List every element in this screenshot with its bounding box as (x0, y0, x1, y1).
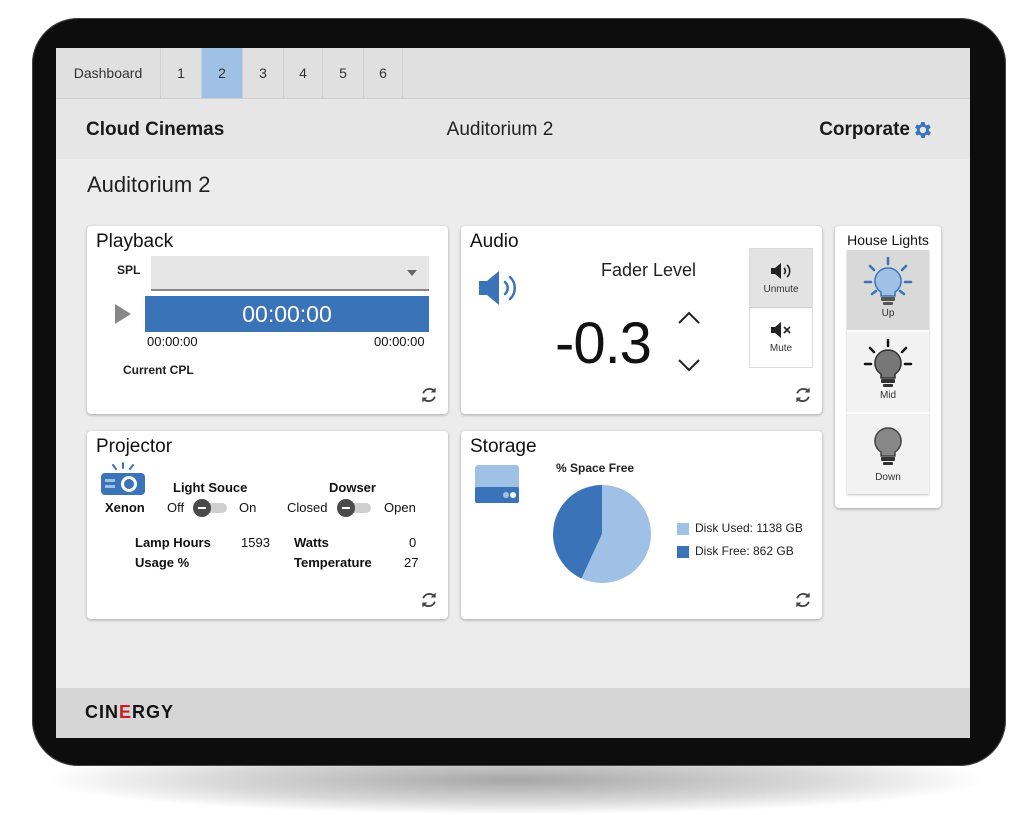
account-name[interactable]: Corporate (819, 119, 910, 141)
mute-controls: Unmute Mute (749, 248, 813, 368)
gear-icon[interactable] (911, 119, 933, 141)
toggle-knob (337, 499, 355, 517)
lightbulb-off-icon (874, 427, 902, 465)
projector-icon (101, 462, 145, 495)
toggle-knob (193, 499, 211, 517)
logo-part-2: E (119, 702, 133, 722)
fader-label: Fader Level (601, 260, 697, 280)
play-button[interactable] (115, 304, 131, 324)
spl-select[interactable] (151, 256, 429, 291)
lights-up-button[interactable]: Up (847, 250, 929, 330)
house-lights-card: House Lights Up Mid Down (835, 226, 941, 508)
house-lights-title: House Lights (847, 232, 929, 248)
legend-used: Disk Used: 1138 GB (695, 521, 803, 535)
volume-icon (771, 262, 791, 279)
page-title: Auditorium 2 (87, 172, 211, 197)
tab-6[interactable]: 6 (364, 48, 403, 98)
legend-swatch-used (677, 523, 689, 535)
storage-title: Storage (470, 436, 537, 457)
dowser-closed-label: Closed (287, 500, 328, 515)
timecode-value: 00:00:00 (242, 300, 332, 327)
audio-card: Audio Fader Level -0.3 Unmute Mute (461, 226, 822, 414)
light-on-label: On (239, 500, 257, 515)
refresh-icon[interactable] (419, 385, 439, 405)
fader-value: -0.3 (555, 311, 652, 376)
lights-mid-button[interactable]: Mid (847, 332, 929, 412)
lights-down-label: Down (875, 472, 901, 483)
temperature-value: 27 (404, 555, 419, 570)
refresh-icon[interactable] (793, 385, 813, 405)
tab-3[interactable]: 3 (243, 48, 284, 98)
dowser-open-label: Open (384, 500, 416, 515)
chevron-down-icon[interactable] (677, 358, 701, 372)
tab-4[interactable]: 4 (284, 48, 323, 98)
lamp-hours-label: Lamp Hours (135, 535, 211, 550)
header-title: Auditorium 2 (446, 119, 554, 140)
unmute-button[interactable]: Unmute (750, 249, 812, 308)
refresh-icon[interactable] (793, 590, 813, 610)
mute-icon (771, 321, 791, 338)
audio-title: Audio (470, 231, 519, 252)
playback-title: Playback (96, 231, 174, 252)
chevron-down-icon (407, 270, 417, 276)
projector-card: Projector Xenon Light Souce Off On Dowse… (87, 431, 448, 619)
lightbulb-on-icon (863, 256, 913, 305)
usage-label: Usage % (135, 555, 190, 570)
app-footer: CINERGY (56, 688, 970, 738)
logo-part-3: RGY (132, 702, 175, 722)
lamp-type: Xenon (105, 500, 145, 515)
unmute-label: Unmute (763, 283, 799, 295)
logo-part-1: CIN (85, 702, 119, 722)
watts-value: 0 (409, 535, 417, 550)
lights-mid-label: Mid (879, 390, 897, 401)
lamp-hours-value: 1593 (241, 535, 270, 550)
spl-label: SPL (117, 263, 141, 277)
elapsed-time: 00:00:00 (147, 334, 198, 349)
legend-free: Disk Free: 862 GB (695, 544, 794, 558)
refresh-icon[interactable] (419, 590, 439, 610)
projector-title: Projector (96, 436, 173, 457)
light-off-label: Off (167, 500, 185, 515)
dowser-label: Dowser (329, 480, 376, 495)
app-header: Cloud Cinemas Auditorium 2 Corporate (56, 99, 970, 159)
tab-dashboard[interactable]: Dashboard (56, 48, 161, 98)
chevron-up-icon[interactable] (677, 311, 701, 325)
light-source-toggle[interactable] (193, 499, 229, 517)
light-source-label: Light Souce (173, 480, 248, 495)
app-screen: Dashboard 1 2 3 4 5 6 Cloud Cinemas Audi… (56, 48, 970, 738)
timecode-display: 00:00:00 (145, 296, 429, 332)
lightbulb-mid-icon (863, 338, 913, 387)
lights-up-label: Up (881, 308, 895, 319)
total-time: 00:00:00 (374, 334, 425, 349)
legend-swatch-free (677, 546, 689, 558)
storage-card: Storage % Space Free Disk Used: 1138 GB … (461, 431, 822, 619)
tab-5[interactable]: 5 (323, 48, 364, 98)
mute-button[interactable]: Mute (750, 308, 812, 366)
lights-down-button[interactable]: Down (847, 414, 929, 494)
watts-label: Watts (294, 535, 329, 550)
temperature-label: Temperature (294, 555, 372, 570)
tab-1[interactable]: 1 (161, 48, 202, 98)
storage-pie-chart (553, 485, 651, 583)
hard-drive-icon (475, 465, 519, 503)
speaker-icon (479, 271, 517, 305)
current-cpl-label: Current CPL (123, 363, 194, 377)
mute-label: Mute (769, 342, 793, 354)
tab-bar: Dashboard 1 2 3 4 5 6 (56, 48, 970, 99)
cinergy-logo: CINERGY (85, 702, 174, 723)
tab-2[interactable]: 2 (202, 48, 243, 98)
dowser-toggle[interactable] (337, 499, 373, 517)
house-lights-buttons: Up Mid Down (847, 250, 929, 494)
chart-title: % Space Free (556, 461, 635, 475)
playback-card: Playback SPL 00:00:00 00:00:00 00:00:00 … (87, 226, 448, 414)
